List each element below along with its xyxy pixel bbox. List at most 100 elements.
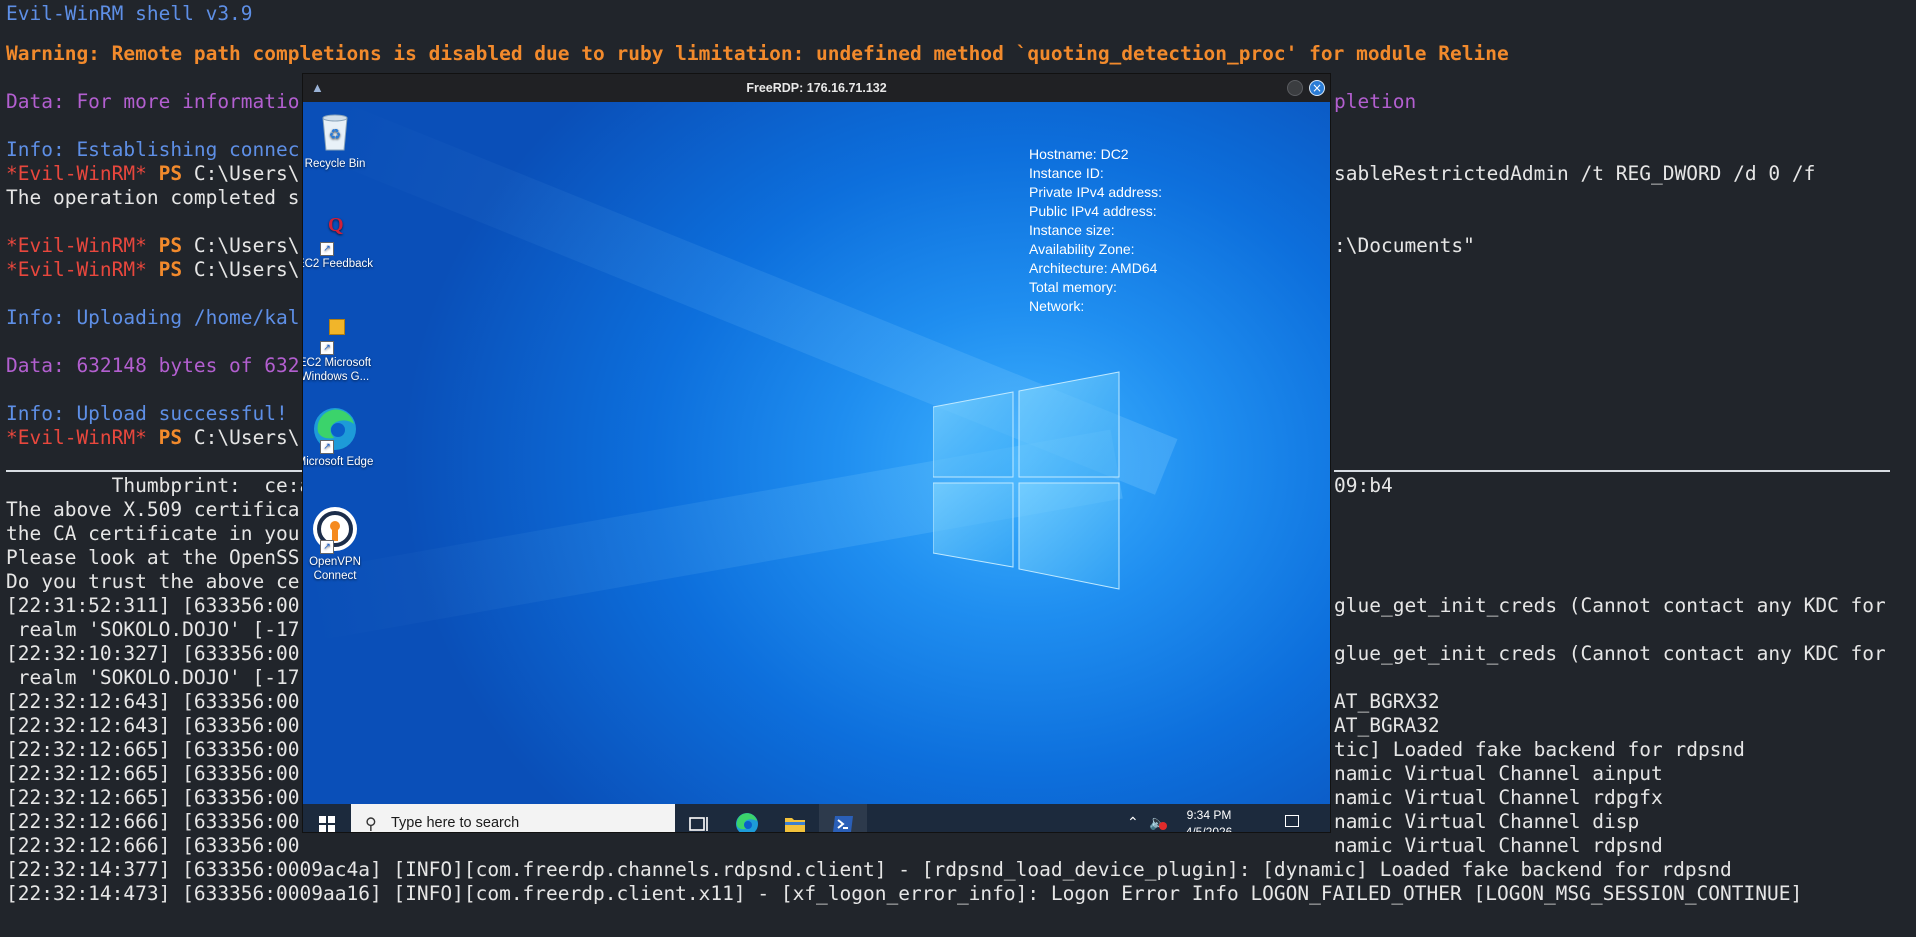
freerdp-titlebar[interactable]: ▲ FreeRDP: 176.16.71.132 × <box>303 74 1330 102</box>
terminal-line-right-fragment: glue_get_init_creds (Cannot contact any … <box>1334 642 1886 665</box>
desktop-icon-edge[interactable]: ↗ Microsoft Edge <box>303 406 376 469</box>
taskbar-powershell-button[interactable] <box>819 804 867 832</box>
show-hidden-icons-button[interactable]: ⌃ <box>1123 804 1143 832</box>
search-placeholder: Type here to search <box>391 815 520 831</box>
bginfo-line: Network: <box>1029 298 1085 314</box>
bginfo-line: Total memory: <box>1029 279 1117 295</box>
terminal-separator <box>1334 470 1890 472</box>
start-button[interactable] <box>303 804 351 832</box>
terminal-line-text: Info: Uploading /home/kal <box>6 306 300 329</box>
clock-time: 9:34 PM <box>1186 808 1232 822</box>
desktop-icon-label: EC2 Feedback <box>303 258 374 270</box>
terminal-line-text: [22:32:14:377] [633356:0009ac4a] [INFO][… <box>6 858 1732 881</box>
windows-desktop[interactable]: ♻ Recycle Bin Q ↗ EC2 Feedback ↗ EC2 Mic… <box>303 102 1330 804</box>
terminal-line: [22:32:12:666] [633356:00 <box>6 810 300 834</box>
folder-icon <box>785 818 805 832</box>
bginfo-line: Architecture: AMD64 <box>1029 260 1158 276</box>
bginfo-overlay: Hostname: DC2 Instance ID: Private IPv4 … <box>1029 145 1162 316</box>
shortcut-arrow-icon: ↗ <box>320 540 334 554</box>
terminal-line: Data: For more informatio <box>6 90 300 114</box>
svg-text:♻: ♻ <box>329 127 342 143</box>
terminal-line-text: The operation completed s <box>6 186 300 209</box>
terminal-line-text: Info: Establishing connec <box>6 138 300 161</box>
terminal-line: [22:32:10:327] [633356:00 <box>6 642 300 666</box>
freerdp-window[interactable]: ▲ FreeRDP: 176.16.71.132 × ♻ Recycle Bin… <box>303 74 1330 832</box>
terminal-line-text: Evil-WinRM shell v3.9 <box>6 2 253 25</box>
terminal-line-text: [22:32:10:327] [633356:00 <box>6 642 300 665</box>
windows-start-icon <box>319 816 335 832</box>
prompt-ps: PS <box>158 426 183 449</box>
terminal-line: Warning: Remote path completions is disa… <box>6 42 1509 66</box>
terminal-line: [22:32:12:643] [633356:00 <box>6 714 300 738</box>
terminal-line-right-fragment: glue_get_init_creds (Cannot contact any … <box>1334 594 1886 617</box>
bginfo-line: Instance ID: <box>1029 165 1104 181</box>
desktop-icon-ec2-feedback[interactable]: Q ↗ EC2 Feedback <box>303 208 376 271</box>
close-button[interactable]: × <box>1309 80 1325 96</box>
terminal-line-right-fragment: pletion <box>1334 90 1417 113</box>
prompt-ps: PS <box>158 234 183 257</box>
prompt-name: *Evil-WinRM* <box>6 258 147 281</box>
desktop-icon-label: OpenVPN Connect <box>309 556 361 582</box>
terminal-line-text: [22:31:52:311] [633356:00 <box>6 594 300 617</box>
terminal-line-text: C:\Users\ <box>182 234 300 257</box>
prompt-name: *Evil-WinRM* <box>6 426 147 449</box>
muted-badge-icon <box>1159 822 1167 830</box>
terminal-line: *Evil-WinRM* PS C:\Users\ <box>6 234 300 258</box>
terminal-line-text: C:\Users\ <box>182 162 300 185</box>
windows-taskbar: ⚲ Type here to search ⌃ 🔈 9:34 PM 4/5/20… <box>303 804 1330 832</box>
terminal-line-text: realm 'SOKOLO.DOJO' [-17 <box>6 666 300 689</box>
terminal-line-text: Please look at the OpenSS <box>6 546 300 569</box>
terminal-line: Info: Establishing connec <box>6 138 300 162</box>
taskbar-clock[interactable]: 9:34 PM 4/5/2026 <box>1177 807 1241 832</box>
prompt-name: *Evil-WinRM* <box>6 234 147 257</box>
ec2-feedback-icon: Q ↗ <box>312 208 358 256</box>
desktop-icon-ec2-windows-guide[interactable]: ↗ EC2 Microsoft Windows G... <box>303 307 376 384</box>
terminal-line: [22:32:12:665] [633356:00 <box>6 738 300 762</box>
terminal-line-right-fragment: namic Virtual Channel rdpgfx <box>1334 786 1663 809</box>
taskbar-search-box[interactable]: ⚲ Type here to search <box>351 804 675 832</box>
task-view-button[interactable] <box>675 804 723 832</box>
terminal-line-right-fragment: :\Documents" <box>1334 234 1475 257</box>
terminal-line: [22:32:12:666] [633356:00 <box>6 834 300 858</box>
terminal-line-text: realm 'SOKOLO.DOJO' [-17 <box>6 618 300 641</box>
terminal-line-text: Do you trust the above ce <box>6 570 300 593</box>
edge-icon: ↗ <box>312 406 358 454</box>
prompt-name: *Evil-WinRM* <box>6 162 147 185</box>
minimize-button[interactable] <box>1287 80 1303 96</box>
taskbar-file-explorer-button[interactable] <box>771 804 819 832</box>
volume-button[interactable]: 🔈 <box>1145 804 1171 832</box>
desktop-icon-label: Recycle Bin <box>304 158 366 170</box>
terminal-line-text: [22:32:12:665] [633356:00 <box>6 738 300 761</box>
edge-icon <box>736 813 758 832</box>
windows-logo-wallpaper <box>933 371 1120 590</box>
terminal-line-right-fragment: namic Virtual Channel rdpsnd <box>1334 834 1663 857</box>
recycle-bin-icon: ♻ <box>312 108 358 154</box>
search-icon: ⚲ <box>365 816 377 832</box>
terminal-separator <box>6 470 303 472</box>
powershell-icon <box>833 816 853 832</box>
terminal-line-text: [22:32:12:643] [633356:00 <box>6 690 300 713</box>
prompt-ps: PS <box>158 162 183 185</box>
terminal-line: [22:32:14:473] [633356:0009aa16] [INFO][… <box>6 882 1802 906</box>
shortcut-arrow-icon: ↗ <box>320 341 334 355</box>
ec2-windows-guide-icon: ↗ <box>312 307 358 355</box>
desktop-icon-recycle-bin[interactable]: ♻ Recycle Bin <box>303 108 376 171</box>
clock-date: 4/5/2026 <box>1185 825 1233 832</box>
terminal-line: Info: Upload successful! <box>6 402 288 426</box>
terminal-line-text: C:\Users\ <box>182 426 300 449</box>
terminal-line: *Evil-WinRM* PS C:\Users\ <box>6 258 300 282</box>
bginfo-line: Hostname: DC2 <box>1029 146 1129 162</box>
terminal-line-text: [22:32:12:666] [633356:00 <box>6 834 300 857</box>
taskbar-edge-button[interactable] <box>723 804 771 832</box>
window-title: FreeRDP: 176.16.71.132 <box>746 81 887 95</box>
terminal-line-right-fragment: sableRestrictedAdmin /t REG_DWORD /d 0 /… <box>1334 162 1816 185</box>
notification-icon <box>1285 815 1299 827</box>
terminal-line-text: Data: 632148 bytes of 632 <box>6 354 300 377</box>
desktop-icon-openvpn[interactable]: ↗ OpenVPN Connect <box>303 506 376 583</box>
action-center-button[interactable] <box>1273 804 1313 832</box>
terminal-line-text: Warning: Remote path completions is disa… <box>6 42 1509 65</box>
terminal-line: *Evil-WinRM* PS C:\Users\ <box>6 162 300 186</box>
terminal-line-text: [22:32:12:666] [633356:00 <box>6 810 300 833</box>
terminal-line: [22:32:14:377] [633356:0009ac4a] [INFO][… <box>6 858 1732 882</box>
terminal-line: The operation completed s <box>6 186 300 210</box>
